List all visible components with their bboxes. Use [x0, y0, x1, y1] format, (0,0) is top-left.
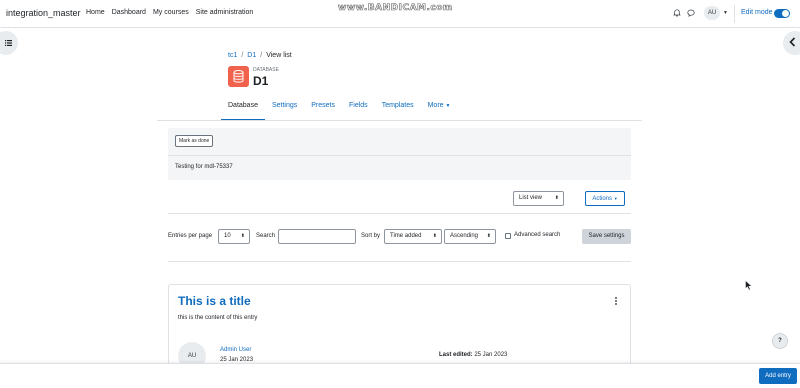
- primary-navigation: Home Dashboard My courses Site administr…: [86, 9, 253, 16]
- mark-as-done-button[interactable]: Mark as done: [175, 135, 214, 147]
- select-arrows-icon: ⬍: [486, 233, 491, 239]
- recorder-watermark: www.BANDICAM.com: [338, 3, 453, 14]
- chevron-down-icon[interactable]: ▼: [723, 10, 728, 16]
- edit-mode-label: Edit mode: [741, 9, 773, 16]
- nav-dashboard[interactable]: Dashboard: [112, 9, 146, 16]
- edit-mode-toggle[interactable]: [774, 9, 790, 18]
- advanced-search-checkbox[interactable]: [505, 233, 511, 239]
- user-avatar[interactable]: AU: [704, 6, 720, 20]
- entry-title[interactable]: This is a title: [178, 294, 251, 308]
- select-arrows-icon: ⬍: [240, 233, 245, 239]
- bell-icon[interactable]: [673, 9, 681, 17]
- select-arrows-icon: ⬍: [432, 233, 437, 239]
- entries-per-page-label: Entries per page: [168, 233, 213, 239]
- view-mode-value: List view: [519, 195, 543, 201]
- navbar-divider: [734, 5, 735, 23]
- breadcrumb-database[interactable]: D1: [247, 52, 256, 59]
- search-input[interactable]: [278, 229, 356, 244]
- top-navbar: integration_master Home Dashboard My cou…: [0, 0, 800, 28]
- advanced-search-label[interactable]: Advanced search: [514, 232, 560, 238]
- nav-my-courses[interactable]: My courses: [153, 9, 189, 16]
- sort-field-value: Time added: [390, 233, 422, 239]
- database-icon: [228, 66, 249, 87]
- entry-last-edited: Last edited: 25 Jan 2023: [439, 352, 507, 358]
- search-label: Search: [256, 233, 276, 239]
- open-block-drawer-button[interactable]: [783, 31, 800, 55]
- activity-type-label: DATABASE: [253, 67, 279, 73]
- view-mode-select[interactable]: List view ⬍: [513, 191, 564, 206]
- breadcrumb: tc1 / D1 / View list: [228, 52, 292, 59]
- filter-top-divider: [168, 213, 631, 214]
- sort-field-select[interactable]: Time added ⬍: [384, 229, 442, 244]
- tab-more-label: More: [427, 102, 444, 109]
- page-title: D1: [253, 74, 269, 88]
- activity-header: Mark as done Testing for mdl-75337: [168, 128, 631, 180]
- drawer-index-icon: [5, 40, 12, 46]
- tab-templates[interactable]: Templates: [375, 97, 421, 121]
- entry-content: this is the content of this entry: [178, 315, 258, 321]
- tab-presets[interactable]: Presets: [304, 97, 342, 121]
- breadcrumb-current: View list: [266, 52, 292, 59]
- activity-description: Testing for mdl-75337: [175, 164, 233, 170]
- tab-fields[interactable]: Fields: [342, 97, 375, 121]
- breadcrumb-course[interactable]: tc1: [228, 52, 237, 59]
- breadcrumb-separator: /: [260, 52, 263, 59]
- sort-by-label: Sort by: [361, 233, 381, 239]
- secondary-navigation: Database Settings Presets Fields Templat…: [221, 97, 457, 121]
- tab-settings[interactable]: Settings: [265, 97, 304, 121]
- chevron-down-icon: ▼: [613, 196, 618, 201]
- entries-per-page-select[interactable]: 10 ⬍: [218, 229, 250, 244]
- entries-per-page-value: 10: [224, 233, 231, 239]
- actions-dropdown-button[interactable]: Actions ▼: [585, 191, 625, 206]
- save-settings-button[interactable]: Save settings: [582, 229, 631, 244]
- actions-label: Actions: [592, 196, 613, 202]
- breadcrumb-separator: /: [241, 52, 244, 59]
- nav-home[interactable]: Home: [86, 9, 105, 16]
- sort-order-select[interactable]: Ascending ⬍: [444, 229, 496, 244]
- nav-site-administration[interactable]: Site administration: [196, 9, 254, 16]
- last-edited-value: 25 Jan 2023: [474, 352, 508, 358]
- filter-bottom-divider: [168, 261, 631, 262]
- chat-icon[interactable]: [687, 9, 695, 17]
- add-entry-button[interactable]: Add entry: [759, 368, 797, 384]
- help-button[interactable]: ?: [772, 333, 788, 349]
- secondary-nav-divider: [157, 120, 642, 121]
- last-edited-label: Last edited:: [439, 352, 473, 358]
- kebab-menu-icon[interactable]: [612, 295, 620, 307]
- open-course-index-button[interactable]: [0, 31, 18, 55]
- sticky-footer: [0, 363, 800, 388]
- select-arrows-icon: ⬍: [554, 195, 559, 201]
- cursor-icon: [745, 280, 753, 291]
- tab-more[interactable]: More ▼: [421, 97, 458, 121]
- sort-order-value: Ascending: [450, 233, 479, 239]
- entry-author-link[interactable]: Admin User: [220, 347, 251, 353]
- tab-database[interactable]: Database: [221, 97, 265, 121]
- chevron-down-icon: ▼: [445, 103, 451, 109]
- chevron-left-icon: [789, 37, 796, 47]
- activity-header-divider: [168, 155, 631, 156]
- site-name[interactable]: integration_master: [6, 8, 81, 18]
